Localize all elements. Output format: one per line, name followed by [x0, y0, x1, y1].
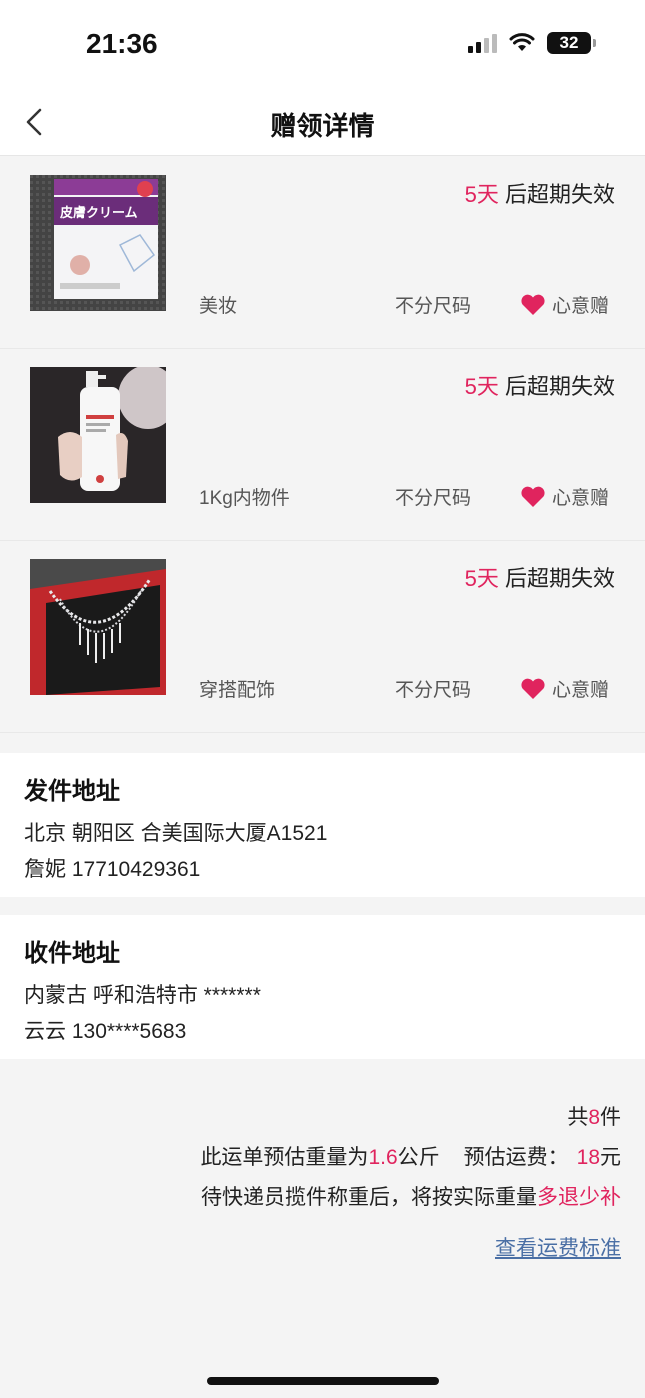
page-title: 赠领详情: [270, 111, 375, 141]
svg-text:皮膚クリーム: 皮膚クリーム: [59, 205, 138, 221]
home-indicator: [207, 1377, 439, 1385]
expiry-days: 5天: [464, 374, 499, 399]
note-highlight: 多退少补: [537, 1186, 621, 1209]
expiry-text: 5天 后超期失效: [465, 177, 615, 209]
count-suffix: 件: [600, 1106, 621, 1129]
count-prefix: 共: [567, 1106, 589, 1129]
fee-value: 18: [576, 1146, 600, 1169]
weight-fee-row: 此运单预估重量为1.6公斤 预估运费： 18元: [200, 1138, 621, 1178]
heart-icon: [521, 486, 545, 507]
gift-label: 心意赠: [551, 296, 609, 317]
count-value: 8: [588, 1106, 600, 1129]
receiver-address: 内蒙古 呼和浩特市 *******: [24, 984, 261, 1007]
expiry-suffix: 后超期失效: [498, 182, 615, 207]
expiry-suffix: 后超期失效: [498, 374, 615, 399]
item-category: 1Kg内物件: [199, 488, 290, 509]
fee-label: 预估运费：: [463, 1146, 569, 1169]
status-time: 21:36: [86, 28, 158, 59]
heart-icon: [521, 294, 545, 315]
sender-address-card: 发件地址 北京 朝阳区 合美国际大厦A1521 詹妮 17710429361: [0, 753, 645, 897]
weight-note: 待快递员揽件称重后，将按实际重量多退少补: [200, 1178, 621, 1218]
expiry-days: 5天: [464, 182, 499, 207]
nav-bar: 赠领详情: [0, 88, 645, 156]
item-count: 共8件: [200, 1098, 621, 1138]
status-bar: 21:36 32: [0, 0, 645, 88]
item-size: 不分尺码: [395, 680, 472, 701]
list-item[interactable]: 5天 后超期失效 穿搭配饰 不分尺码 心意赠: [0, 541, 645, 733]
status-icons: 32: [468, 32, 596, 54]
gift-type: 心意赠: [520, 483, 609, 510]
cellular-signal-icon: [468, 33, 497, 53]
weight-prefix: 此运单预估重量为: [200, 1146, 369, 1169]
wifi-icon: [509, 33, 535, 51]
expiry-text: 5天 后超期失效: [465, 369, 615, 401]
fee-unit: 元: [600, 1146, 621, 1169]
gift-type: 心意赠: [520, 675, 609, 702]
gift-label: 心意赠: [551, 680, 609, 701]
expiry-days: 5天: [464, 566, 499, 591]
shipping-fee-standard-link[interactable]: 查看运费标准: [495, 1232, 621, 1262]
list-item[interactable]: 5天 后超期失效 1Kg内物件 不分尺码 心意赠: [0, 349, 645, 541]
item-category: 美妆: [199, 296, 238, 317]
expiry-suffix: 后超期失效: [498, 566, 615, 591]
item-image-necklace[interactable]: [30, 559, 166, 695]
receiver-contact: 云云 130****5683: [24, 1020, 187, 1043]
heart-icon: [521, 678, 545, 699]
item-image-skin-cream-box[interactable]: 皮膚クリーム: [30, 175, 166, 311]
sender-address: 北京 朝阳区 合美国际大厦A1521: [24, 822, 328, 845]
list-item[interactable]: 皮膚クリーム 5天 后超期失效 美妆 不分尺码 心意赠: [0, 157, 645, 349]
receiver-title: 收件地址: [24, 940, 120, 967]
item-size: 不分尺码: [395, 488, 472, 509]
gift-label: 心意赠: [551, 488, 609, 509]
sender-title: 发件地址: [24, 778, 120, 805]
weight-value: 1.6: [368, 1146, 398, 1169]
sender-contact: 詹妮 17710429361: [24, 858, 201, 881]
weight-unit: 公斤: [397, 1146, 440, 1169]
item-size: 不分尺码: [395, 296, 472, 317]
shipping-summary: 共8件 此运单预估重量为1.6公斤 预估运费： 18元 待快递员揽件称重后，将按实际…: [200, 1098, 621, 1262]
battery-icon: 32: [547, 32, 596, 54]
item-list: 皮膚クリーム 5天 后超期失效 美妆 不分尺码 心意赠 5天 后超期失效 1Kg…: [0, 157, 645, 733]
item-category: 穿搭配饰: [199, 680, 276, 701]
expiry-text: 5天 后超期失效: [465, 561, 615, 593]
note-prefix: 待快递员揽件称重后，将按实际重量: [201, 1186, 537, 1209]
item-image-lotion-bottle[interactable]: [30, 367, 166, 503]
receiver-address-card: 收件地址 内蒙古 呼和浩特市 ******* 云云 130****5683: [0, 915, 645, 1059]
gift-type: 心意赠: [520, 291, 609, 318]
